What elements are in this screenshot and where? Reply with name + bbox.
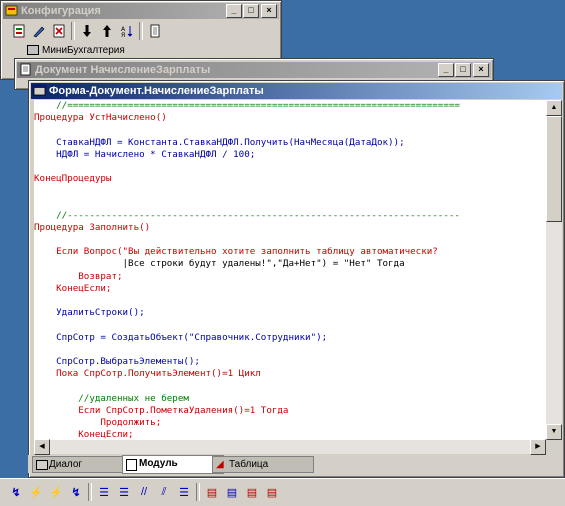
breakpoint-icon[interactable]: ⚡ (48, 484, 64, 500)
template-icon[interactable]: ▤ (244, 484, 260, 500)
code-line[interactable]: //======================================… (34, 100, 546, 112)
document-title: Документ НачислениеЗарплаты (35, 64, 211, 76)
move-up-icon[interactable] (99, 23, 115, 39)
tab-module[interactable]: Модуль (122, 455, 224, 474)
scroll-thumb[interactable] (546, 116, 562, 222)
config-app-icon (5, 4, 18, 17)
tab-table-label: Таблица (229, 459, 269, 470)
tab-dialog-label: Диалог (49, 459, 83, 470)
bookmark-icon[interactable]: ▤ (224, 484, 240, 500)
code-line[interactable]: СтавкаНДФЛ = Константа.СтавкаНДФЛ.Получи… (34, 137, 546, 149)
code-editor[interactable]: //======================================… (34, 100, 546, 440)
code-line[interactable]: Если СпрСотр.ПометкаУдаления()=1 Тогда (34, 405, 546, 417)
scroll-right-button[interactable]: ▶ (530, 439, 546, 455)
document-icon (19, 63, 32, 76)
edit-icon[interactable] (31, 23, 47, 39)
code-line[interactable]: Процедура Заполнить() (34, 222, 546, 234)
code-line[interactable]: |Все строки будут удалены!","Да+Нет") = … (34, 258, 546, 270)
minimize-button[interactable]: _ (226, 4, 242, 18)
code-line[interactable]: Пока СпрСотр.ПолучитьЭлемент()=1 Цикл (34, 368, 546, 380)
table-icon: ◢ (216, 459, 224, 470)
run-icon[interactable]: ⚡ (28, 484, 44, 500)
document-titlebar[interactable]: Документ НачислениеЗарплаты _ □ × (17, 62, 491, 78)
editor-tabs: Диалог Модуль ◢ Таблица (28, 455, 562, 474)
code-line[interactable]: УдалитьСтроки(); (34, 307, 546, 319)
tab-module-label: Модуль (139, 458, 178, 469)
toolbar-separator (196, 483, 200, 501)
close-button[interactable]: × (261, 4, 277, 18)
tab-dialog[interactable]: Диалог (32, 456, 134, 473)
code-line[interactable] (34, 344, 546, 356)
code-line[interactable] (34, 295, 546, 307)
code-line[interactable]: //--------------------------------------… (34, 210, 546, 222)
code-line[interactable] (34, 124, 546, 136)
code-line[interactable]: КонецЕсли; (34, 283, 546, 295)
indent-icon[interactable]: ☰ (96, 484, 112, 500)
sort-icon[interactable]: AЯ (119, 23, 135, 39)
code-line[interactable] (34, 185, 546, 197)
format-icon[interactable]: ☰ (176, 484, 192, 500)
code-line[interactable]: //удаленных не берем (34, 393, 546, 405)
description-icon[interactable] (147, 23, 163, 39)
code-line[interactable]: Если Вопрос("Вы действительно хотите зап… (34, 246, 546, 258)
tab-table[interactable]: ◢ Таблица (212, 456, 314, 473)
toolbar-separator (139, 22, 143, 40)
properties-icon[interactable] (11, 23, 27, 39)
procedure-list-icon[interactable]: ▤ (204, 484, 220, 500)
code-line[interactable]: НДФЛ = Начислено * СтавкаНДФЛ / 100; (34, 149, 546, 161)
module-toolbar: ↯ ⚡ ⚡ ↯ ☰ ☰ // ⫽ ☰ ▤ ▤ ▤ ▤ (0, 478, 565, 506)
vertical-scrollbar[interactable]: ▲ ▼ (546, 100, 562, 440)
code-line[interactable]: КонецПроцедуры (34, 173, 546, 185)
form-titlebar[interactable]: Форма-Документ.НачислениеЗарплаты (31, 83, 562, 99)
minimize-button[interactable]: _ (438, 63, 454, 77)
code-line[interactable] (34, 234, 546, 246)
code-line[interactable] (34, 380, 546, 392)
outdent-icon[interactable]: ☰ (116, 484, 132, 500)
form-title: Форма-Документ.НачислениеЗарплаты (49, 85, 264, 97)
profiler-icon[interactable]: ▤ (264, 484, 280, 500)
toolbar-separator (88, 483, 92, 501)
horizontal-scrollbar[interactable]: ◀ ▶ (34, 439, 546, 455)
tree-item-label: МиниБухгалтерия (42, 45, 125, 56)
delete-icon[interactable] (51, 23, 67, 39)
tree-item[interactable]: МиниБухгалтерия (27, 45, 125, 56)
close-button[interactable]: × (473, 63, 489, 77)
svg-text:Я: Я (121, 32, 125, 38)
scroll-left-button[interactable]: ◀ (34, 439, 50, 455)
form-icon (33, 84, 46, 97)
move-down-icon[interactable] (79, 23, 95, 39)
code-line[interactable] (34, 319, 546, 331)
code-line[interactable] (34, 198, 546, 210)
module-icon (126, 459, 137, 471)
comment-icon[interactable]: // (136, 484, 152, 500)
code-line[interactable]: Возврат; (34, 271, 546, 283)
config-title: Конфигурация (21, 5, 101, 17)
tree-item-icon (27, 45, 39, 56)
maximize-button[interactable]: □ (243, 4, 259, 18)
config-titlebar[interactable]: Конфигурация _ □ × (3, 3, 279, 19)
uncomment-icon[interactable]: ⫽ (156, 484, 172, 500)
scroll-up-button[interactable]: ▲ (546, 100, 562, 116)
dialog-icon (36, 460, 48, 470)
code-line[interactable]: СпрСотр = СоздатьОбъект("Справочник.Сотр… (34, 332, 546, 344)
maximize-button[interactable]: □ (455, 63, 471, 77)
code-line[interactable]: Продолжить; (34, 417, 546, 429)
code-line[interactable]: СпрСотр.ВыбратьЭлементы(); (34, 356, 546, 368)
syntax-check-icon[interactable]: ↯ (8, 484, 24, 500)
code-line[interactable] (34, 161, 546, 173)
code-line[interactable]: Процедура УстНачислено() (34, 112, 546, 124)
toolbar-separator (71, 22, 75, 40)
debug-icon[interactable]: ↯ (68, 484, 84, 500)
code-line[interactable]: КонецЕсли; (34, 429, 546, 440)
scroll-down-button[interactable]: ▼ (546, 424, 562, 440)
